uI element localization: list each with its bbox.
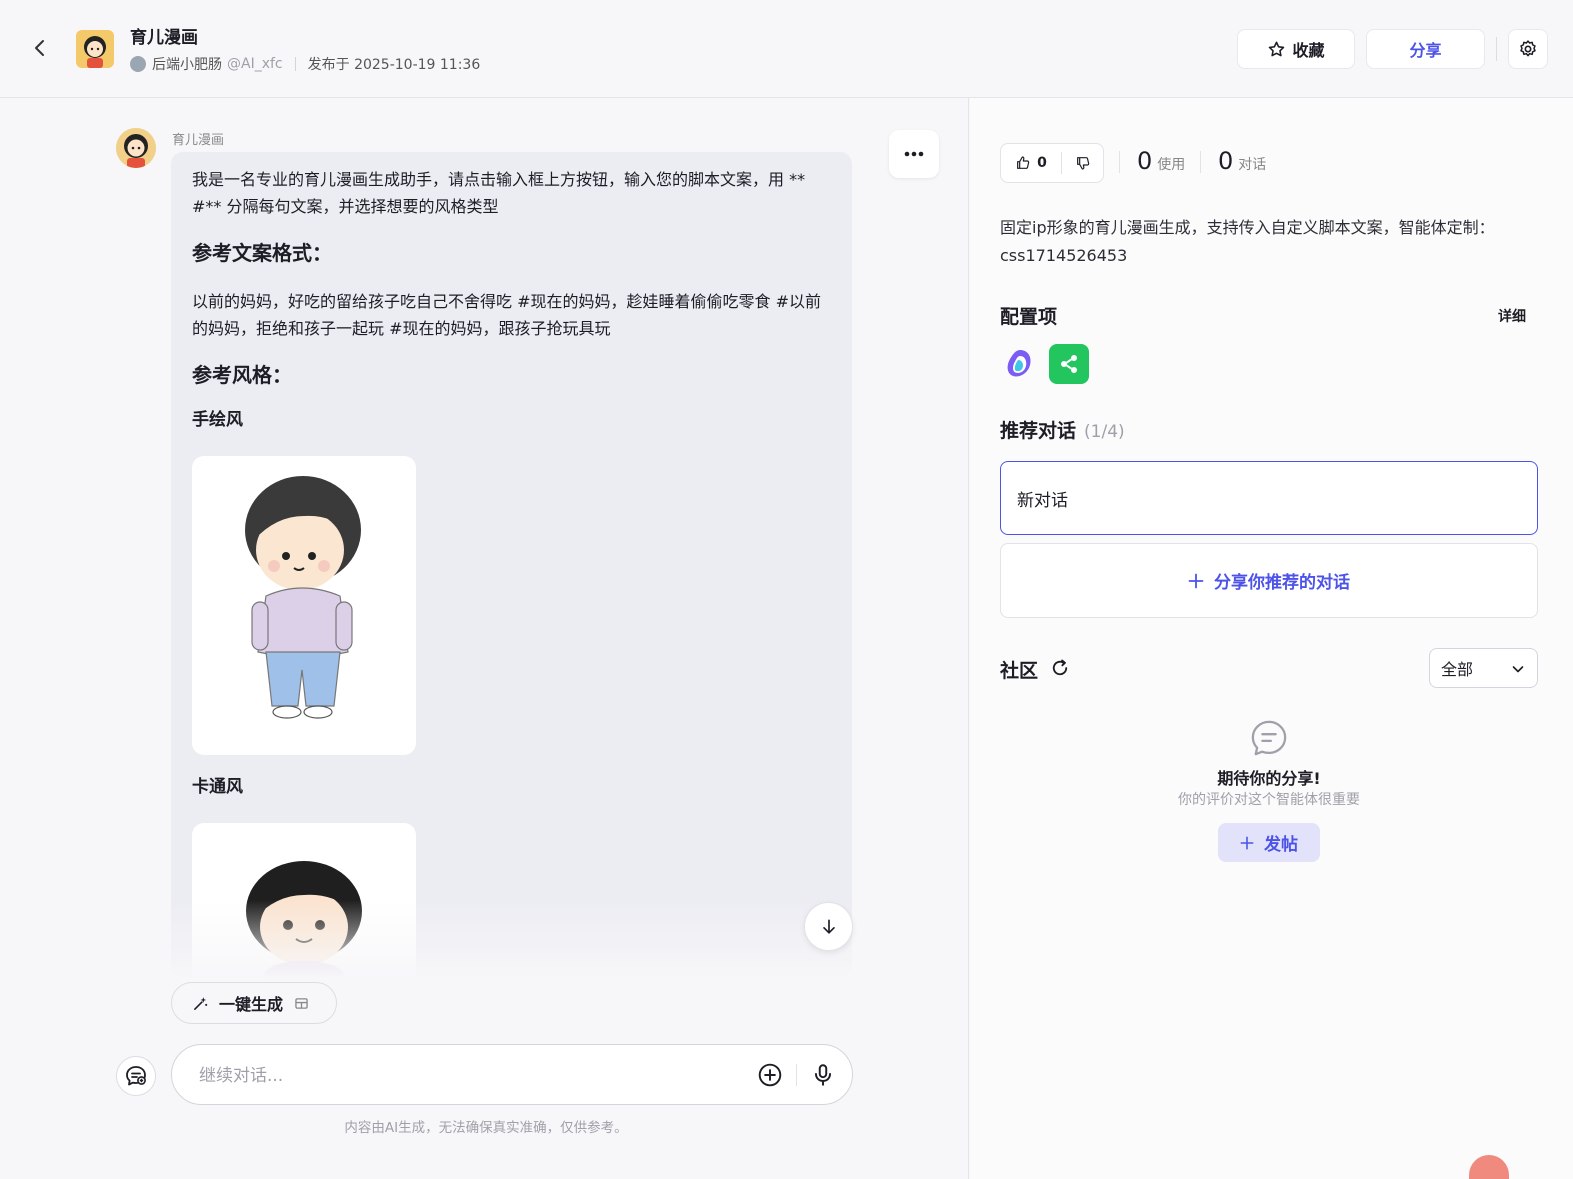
vote-box: 0 bbox=[1000, 143, 1104, 183]
style-hand-drawn-label: 手绘风 bbox=[192, 410, 243, 430]
stat-divider bbox=[1119, 151, 1120, 173]
community-filter-select[interactable]: 全部 bbox=[1429, 648, 1538, 688]
format-heading: 参考文案格式： bbox=[192, 241, 332, 265]
scroll-fade bbox=[171, 900, 852, 980]
chevron-down-icon bbox=[1512, 666, 1524, 673]
create-post-label: 发帖 bbox=[1264, 835, 1298, 855]
recommend-title-label: 推荐对话 bbox=[1000, 420, 1077, 442]
agent-title: 育儿漫画 bbox=[130, 28, 198, 48]
author-handle: @AI_xfc bbox=[227, 56, 283, 72]
community-title: 社区 bbox=[1000, 660, 1039, 682]
one-click-generate-button[interactable]: 一键生成 bbox=[171, 982, 337, 1024]
favorite-label: 收藏 bbox=[1292, 41, 1325, 60]
meta-divider bbox=[294, 57, 296, 71]
author-meta: 后端小肥肠 @AI_xfc 发布于 2025-10-19 11:36 bbox=[130, 54, 480, 74]
stat-divider bbox=[1200, 151, 1201, 173]
gear-icon bbox=[1520, 40, 1536, 57]
message-input-box[interactable] bbox=[171, 1044, 853, 1105]
bot-message-bubble: 我是一名专业的育儿漫画生成助手，请点击输入框上方按钮，输入您的脚本文案，用 **… bbox=[171, 152, 852, 977]
message-input[interactable] bbox=[199, 1063, 739, 1089]
thumbs-up-icon bbox=[1017, 156, 1030, 169]
share-plugin-icon[interactable] bbox=[1049, 344, 1089, 384]
recommend-title: 推荐对话 (1/4) bbox=[1000, 416, 1125, 443]
one-click-generate-label: 一键生成 bbox=[219, 995, 284, 1014]
chat-label: 对话 bbox=[1238, 157, 1267, 173]
header-divider bbox=[1496, 37, 1497, 61]
style-cartoon-label: 卡通风 bbox=[192, 777, 243, 797]
table-icon bbox=[295, 997, 308, 1009]
empty-state-title: 期待你的分享! bbox=[1217, 769, 1321, 788]
share-label: 分享 bbox=[1409, 41, 1442, 60]
chat-plus-icon bbox=[126, 1066, 146, 1086]
share-recommended-chat-button[interactable]: 分享你推荐的对话 bbox=[1000, 543, 1538, 618]
usage-label: 使用 bbox=[1157, 157, 1186, 173]
input-divider bbox=[796, 1064, 797, 1086]
new-chat-button[interactable] bbox=[116, 1056, 156, 1096]
add-attachment-icon[interactable] bbox=[757, 1062, 783, 1088]
dislike-button[interactable] bbox=[1062, 144, 1103, 182]
refresh-icon[interactable] bbox=[1050, 658, 1070, 678]
more-options-button[interactable] bbox=[889, 130, 939, 178]
author-name[interactable]: 后端小肥肠 bbox=[152, 54, 222, 74]
agent-description: 固定ip形象的育儿漫画生成，支持传入自定义脚本文案，智能体定制：css17145… bbox=[1000, 218, 1495, 265]
favorite-button[interactable]: 收藏 bbox=[1237, 29, 1355, 69]
settings-button[interactable] bbox=[1508, 29, 1548, 69]
ellipsis-icon bbox=[904, 151, 924, 157]
magic-wand-icon bbox=[194, 996, 208, 1010]
config-title: 配置项 bbox=[1000, 306, 1058, 328]
usage-stat: 0 使用 bbox=[1137, 147, 1185, 175]
usage-count: 0 bbox=[1137, 147, 1153, 175]
empty-state-subtitle: 你的评价对这个智能体很重要 bbox=[1178, 792, 1360, 808]
author-avatar[interactable] bbox=[130, 56, 146, 72]
scroll-to-bottom-button[interactable] bbox=[804, 902, 853, 951]
create-post-button[interactable]: 发帖 bbox=[1218, 823, 1320, 862]
recommended-chat-label: 新对话 bbox=[1017, 490, 1068, 511]
plus-icon bbox=[1188, 573, 1204, 588]
model-logo-icon[interactable] bbox=[1000, 344, 1040, 384]
chat-count: 0 bbox=[1218, 147, 1234, 175]
top-header: 育儿漫画 后端小肥肠 @AI_xfc 发布于 2025-10-19 11:36 … bbox=[0, 0, 1573, 98]
arrow-down-icon bbox=[822, 919, 835, 934]
config-detail-link[interactable]: 详细 bbox=[1498, 306, 1526, 326]
recommend-count: (1/4) bbox=[1084, 422, 1125, 442]
back-arrow-icon[interactable] bbox=[28, 36, 52, 60]
community-filter-value: 全部 bbox=[1441, 660, 1474, 679]
intro-text: 我是一名专业的育儿漫画生成助手，请点击输入框上方按钮，输入您的脚本文案，用 **… bbox=[192, 170, 806, 216]
hand-drawn-style-image[interactable] bbox=[192, 456, 416, 755]
share-button[interactable]: 分享 bbox=[1366, 29, 1485, 69]
style-heading: 参考风格： bbox=[192, 363, 292, 387]
bot-name: 育儿漫画 bbox=[172, 133, 225, 148]
share-recommended-chat-label: 分享你推荐的对话 bbox=[1214, 573, 1350, 593]
star-icon bbox=[1269, 41, 1285, 56]
like-count: 0 bbox=[1037, 155, 1047, 171]
thumbs-down-icon bbox=[1076, 157, 1089, 170]
bot-avatar bbox=[116, 128, 156, 168]
plus-icon bbox=[1240, 836, 1254, 849]
chat-stat: 0 对话 bbox=[1218, 147, 1266, 175]
agent-avatar bbox=[76, 30, 114, 68]
like-button[interactable]: 0 bbox=[1001, 144, 1061, 182]
chat-bubble-icon bbox=[1251, 720, 1287, 756]
publish-date: 发布于 2025-10-19 11:36 bbox=[307, 57, 481, 73]
ai-disclaimer: 内容由AI生成，无法确保真实准确，仅供参考。 bbox=[344, 1120, 628, 1136]
format-example-text: 以前的妈妈，好吃的留给孩子吃自己不舍得吃 #现在的妈妈，趁娃睡着偷偷吃零食 #以… bbox=[192, 292, 821, 338]
microphone-icon[interactable] bbox=[810, 1062, 836, 1088]
recommended-chat-item[interactable]: 新对话 bbox=[1000, 461, 1538, 535]
